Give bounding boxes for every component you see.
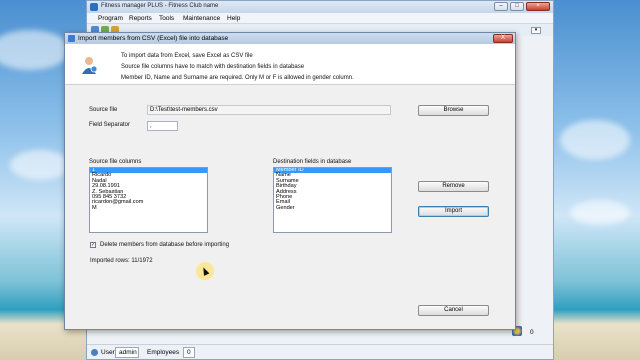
dropdown-arrow-icon[interactable]: ▾ bbox=[531, 27, 541, 34]
app-title: Fitness manager PLUS - Fitness Club name bbox=[101, 3, 219, 9]
menu-help[interactable]: Help bbox=[227, 15, 240, 22]
user-icon bbox=[91, 349, 98, 356]
app-close-button[interactable]: × bbox=[526, 2, 550, 11]
menu-program[interactable]: Program bbox=[98, 15, 123, 22]
delete-members-label: Delete members from database before impo… bbox=[100, 242, 230, 248]
info-panel: To import data from Excel, save Excel as… bbox=[65, 44, 515, 85]
list-item[interactable]: M bbox=[90, 205, 207, 211]
destination-fields-label: Destination fields in database bbox=[273, 159, 352, 165]
source-columns-label: Source file columns bbox=[89, 159, 142, 165]
info-line-1: To import data from Excel, save Excel as… bbox=[121, 53, 253, 59]
source-columns-list[interactable]: 1 Ricardo Nadal 29.08.1991 Z. Sebastian … bbox=[89, 167, 208, 233]
app-title-bar: Fitness manager PLUS - Fitness Club name… bbox=[87, 1, 553, 13]
imported-rows-status: Imported rows: 11/1972 bbox=[90, 258, 153, 264]
import-dialog: Import members from CSV (Excel) file int… bbox=[64, 32, 516, 330]
menu-maintenance[interactable]: Maintenance bbox=[183, 15, 220, 22]
status-employees-label: Employees bbox=[147, 349, 180, 356]
info-user-icon bbox=[82, 57, 97, 74]
status-bar: User admin Employees 0 bbox=[87, 344, 553, 359]
browse-button[interactable]: Browse bbox=[418, 105, 489, 116]
status-user-value: admin bbox=[115, 347, 139, 358]
destination-fields-list[interactable]: Member ID Name Surname Birthday Address … bbox=[273, 167, 392, 233]
import-button[interactable]: Import bbox=[418, 206, 489, 217]
cloud bbox=[0, 30, 70, 70]
menu-tools[interactable]: Tools bbox=[159, 15, 174, 22]
dialog-title-bar: Import members from CSV (Excel) file int… bbox=[65, 33, 515, 44]
info-line-2: Source file columns have to match with d… bbox=[121, 64, 305, 70]
minimize-button[interactable]: – bbox=[494, 2, 508, 11]
list-item[interactable]: Gender bbox=[274, 205, 391, 211]
cloud bbox=[560, 120, 630, 160]
status-user-label: User bbox=[101, 349, 115, 356]
app-logo-icon bbox=[90, 3, 98, 11]
cancel-button[interactable]: Cancel bbox=[418, 305, 489, 316]
field-separator-label: Field Separator bbox=[89, 122, 131, 128]
maximize-button[interactable]: □ bbox=[510, 2, 524, 11]
source-file-label: Source file bbox=[89, 107, 118, 113]
dialog-close-button[interactable]: X bbox=[493, 34, 513, 43]
right-counter: 0 bbox=[530, 329, 534, 336]
remove-button[interactable]: Remove bbox=[418, 181, 489, 192]
cloud bbox=[10, 150, 70, 180]
delete-members-checkbox[interactable]: ✓ bbox=[90, 242, 96, 248]
info-line-3: Member ID, Name and Surname are required… bbox=[121, 75, 354, 81]
cloud bbox=[570, 200, 630, 225]
status-employees-value: 0 bbox=[183, 347, 195, 358]
dialog-icon bbox=[68, 35, 75, 42]
source-file-field[interactable]: D:\Test\test-members.csv bbox=[147, 105, 391, 115]
dialog-title: Import members from CSV (Excel) file int… bbox=[78, 35, 229, 42]
menu-bar: Program Reports Tools Maintenance Help bbox=[87, 13, 553, 24]
field-separator-input[interactable]: , bbox=[147, 121, 178, 131]
menu-reports[interactable]: Reports bbox=[129, 15, 152, 22]
